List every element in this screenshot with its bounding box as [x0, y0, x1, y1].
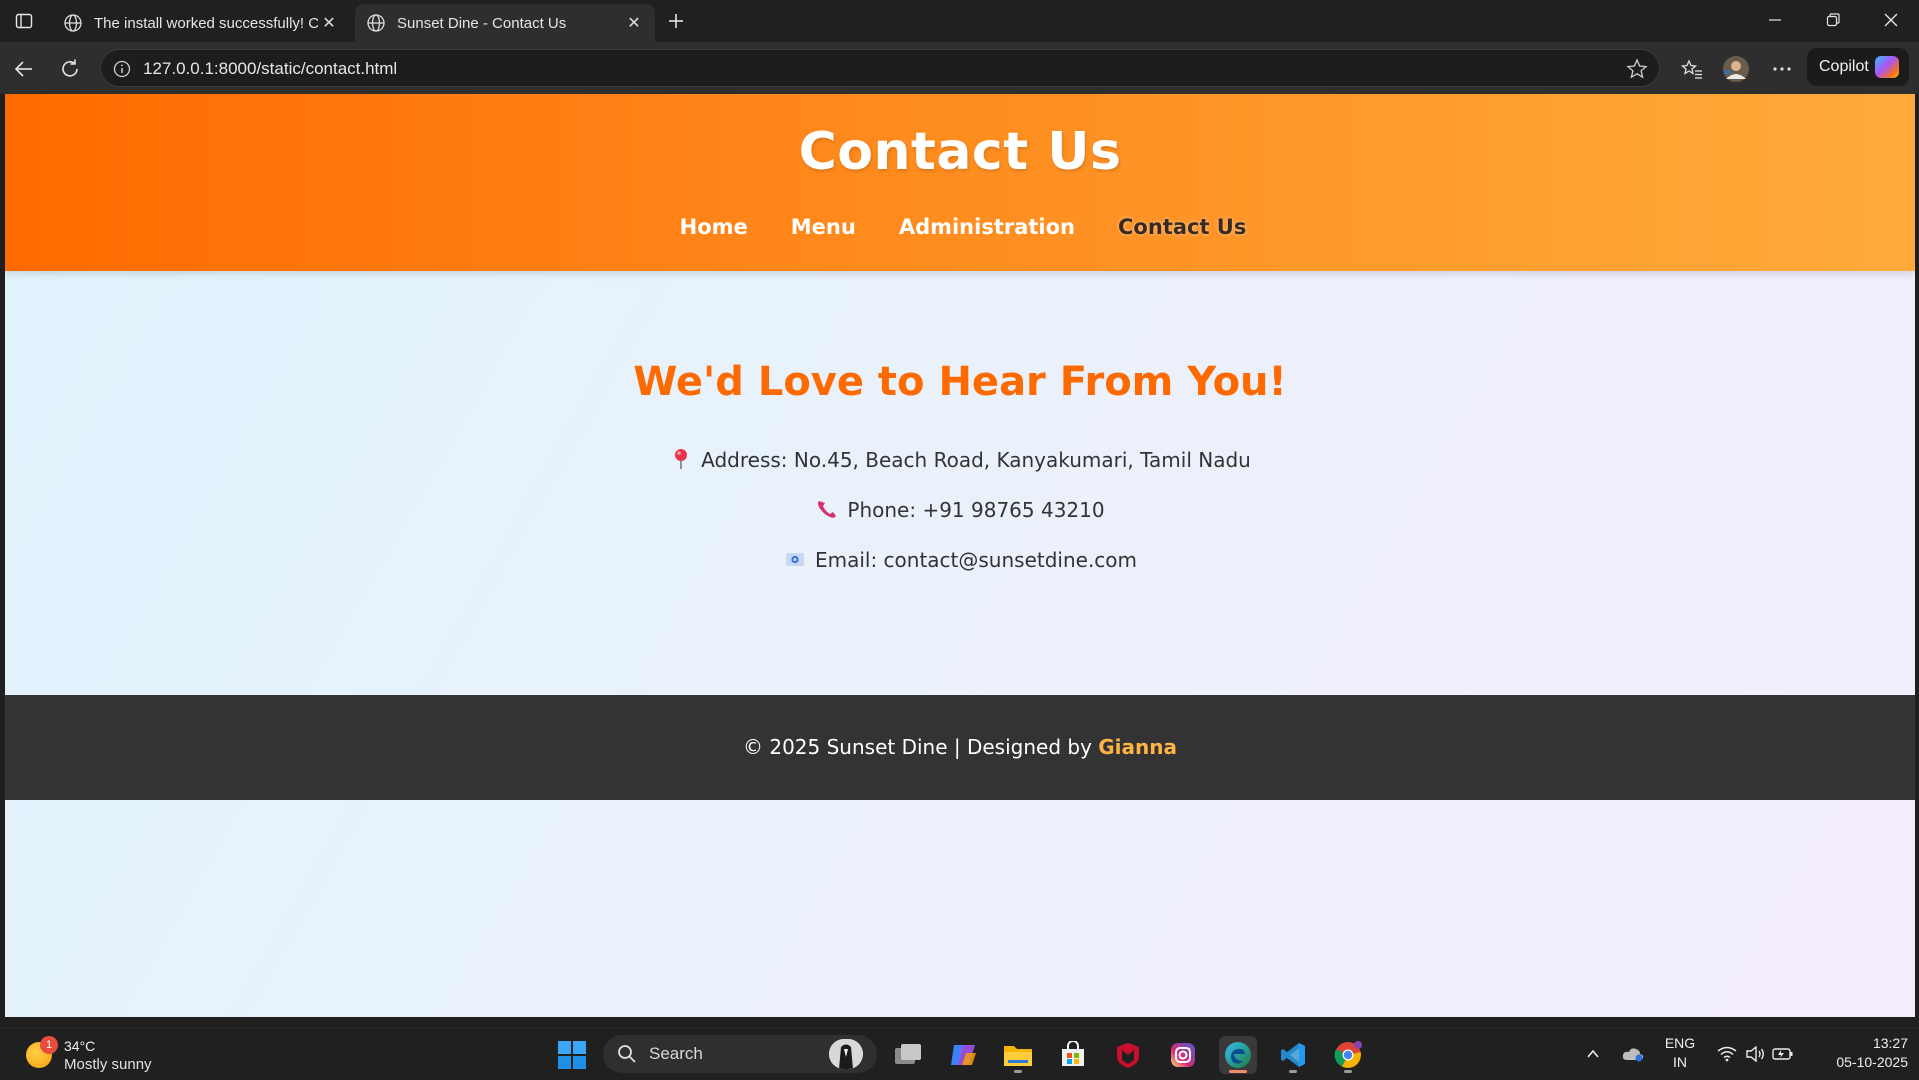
- close-window-icon[interactable]: [1862, 0, 1919, 40]
- url-text: 127.0.0.1:8000/static/contact.html: [143, 59, 398, 78]
- search-icon: [617, 1044, 637, 1068]
- page-title: Contact Us: [798, 122, 1122, 182]
- site-header: Contact Us Home Menu Administration Cont…: [5, 94, 1915, 271]
- restore-icon[interactable]: [1804, 0, 1862, 40]
- running-indicator: [1289, 1070, 1297, 1073]
- nav-link-contact-us[interactable]: Contact Us: [1118, 215, 1246, 239]
- contact-heading: We'd Love to Hear From You!: [633, 359, 1287, 405]
- back-arrow-icon[interactable]: [6, 51, 42, 87]
- site-info-icon[interactable]: [111, 58, 133, 80]
- tab-title: The install worked successfully! Co: [94, 14, 318, 32]
- nav-link-menu[interactable]: Menu: [791, 215, 856, 239]
- taskbar-edge[interactable]: [1219, 1036, 1257, 1074]
- vscode-icon: [1281, 1043, 1305, 1067]
- clock-time: 13:27: [1872, 1035, 1908, 1051]
- task-view-icon: [895, 1044, 921, 1064]
- language-code: ENG: [1664, 1035, 1696, 1051]
- contact-section: We'd Love to Hear From You! Address: No.…: [5, 271, 1915, 689]
- address-bar[interactable]: 127.0.0.1:8000/static/contact.html: [100, 49, 1660, 87]
- running-indicator: [1344, 1070, 1352, 1073]
- show-hidden-icons-chevron-icon[interactable]: [1581, 1028, 1605, 1080]
- nav-link-administration[interactable]: Administration: [899, 215, 1075, 239]
- tab-sunset-dine-contact[interactable]: Sunset Dine - Contact Us ✕: [355, 4, 655, 42]
- volume-icon[interactable]: [1742, 1028, 1768, 1080]
- email-icon: [785, 553, 804, 566]
- search-label: Search: [649, 1044, 703, 1063]
- footer-copyright: © 2025 Sunset Dine | Designed by: [742, 735, 1099, 759]
- browser-toolbar: 127.0.0.1:8000/static/contact.html Copil…: [0, 42, 1919, 94]
- contact-email: Email: contact@sunsetdine.com: [5, 548, 1915, 572]
- mcafee-shield-icon: [1117, 1043, 1139, 1068]
- windows-logo-icon: [558, 1041, 586, 1069]
- copilot-logo-icon: [1875, 56, 1899, 78]
- taskbar-task-view[interactable]: [889, 1036, 927, 1074]
- site-footer: © 2025 Sunset Dine | Designed by Gianna: [5, 695, 1915, 800]
- tab-title: Sunset Dine - Contact Us: [397, 14, 567, 32]
- refresh-icon[interactable]: [52, 51, 88, 87]
- taskbar-copilot[interactable]: [944, 1036, 982, 1074]
- taskbar-store[interactable]: [1054, 1036, 1092, 1074]
- email-text: Email: contact@sunsetdine.com: [814, 548, 1138, 572]
- globe-icon: [365, 12, 387, 34]
- store-icon: [1062, 1041, 1084, 1066]
- nav-link-home[interactable]: Home: [680, 215, 748, 239]
- main-nav: Home Menu Administration Contact Us: [5, 215, 1915, 239]
- language-indicator[interactable]: ENG IN: [1660, 1034, 1700, 1072]
- footer-author: Gianna: [1098, 735, 1178, 759]
- profile-avatar-icon[interactable]: [1720, 53, 1752, 85]
- browser-tab-bar: The install worked successfully! Co ✕ Su…: [0, 0, 1919, 42]
- taskbar-file-explorer[interactable]: [999, 1036, 1037, 1074]
- footer-text: © 2025 Sunset Dine | Designed by Gianna: [5, 735, 1915, 759]
- copilot-icon: [951, 1045, 976, 1065]
- weather-condition: Mostly sunny: [64, 1056, 152, 1073]
- battery-icon[interactable]: [1770, 1028, 1796, 1080]
- copilot-button[interactable]: Copilot: [1807, 48, 1909, 86]
- copilot-label: Copilot: [1819, 58, 1869, 75]
- more-options-icon[interactable]: [1766, 53, 1798, 85]
- close-tab-icon[interactable]: ✕: [318, 12, 340, 34]
- taskbar-mcafee[interactable]: [1109, 1036, 1147, 1074]
- favorite-star-icon[interactable]: [1625, 57, 1649, 81]
- chrome-icon: [1334, 1041, 1362, 1068]
- page-viewport: Contact Us Home Menu Administration Cont…: [5, 94, 1915, 1017]
- tab-actions-icon[interactable]: [6, 6, 42, 36]
- instagram-icon: [1171, 1043, 1195, 1067]
- tab-install-worked[interactable]: The install worked successfully! Co ✕: [52, 4, 350, 42]
- globe-icon: [62, 12, 84, 34]
- onedrive-cloud-icon[interactable]: [1618, 1028, 1648, 1080]
- running-indicator: [1014, 1070, 1022, 1073]
- windows-taskbar: 1 34°C Mostly sunny Search ENG IN 13:27 …: [0, 1027, 1919, 1079]
- taskbar-search[interactable]: Search: [603, 1035, 877, 1073]
- favorites-icon[interactable]: [1676, 53, 1708, 85]
- pushpin-icon: [675, 449, 688, 469]
- taskbar-instagram[interactable]: [1164, 1036, 1202, 1074]
- edge-browser-icon: [1225, 1042, 1251, 1068]
- system-clock[interactable]: 13:27 05-10-2025: [1808, 1034, 1908, 1072]
- minimize-icon[interactable]: [1746, 0, 1804, 40]
- weather-temperature: 34°C: [64, 1038, 96, 1054]
- close-tab-icon[interactable]: ✕: [623, 12, 645, 34]
- wifi-icon[interactable]: [1714, 1028, 1740, 1080]
- new-tab-icon[interactable]: [658, 6, 694, 36]
- taskbar-vscode[interactable]: [1274, 1036, 1312, 1074]
- contact-address: Address: No.45, Beach Road, Kanyakumari,…: [5, 448, 1915, 472]
- start-button[interactable]: [553, 1036, 591, 1074]
- phone-icon: [818, 501, 837, 518]
- active-indicator: [1229, 1070, 1247, 1073]
- folder-icon: [1004, 1046, 1032, 1066]
- taskbar-chrome[interactable]: [1329, 1036, 1367, 1074]
- weather-widget[interactable]: 1 34°C Mostly sunny: [24, 1034, 174, 1074]
- notification-badge: 1: [40, 1036, 58, 1054]
- phone-text: Phone: +91 98765 43210: [847, 498, 1105, 522]
- address-text: Address: No.45, Beach Road, Kanyakumari,…: [701, 448, 1251, 472]
- clock-date: 05-10-2025: [1836, 1054, 1908, 1070]
- search-highlight-image: [829, 1039, 863, 1069]
- language-region: IN: [1673, 1054, 1687, 1070]
- contact-phone: Phone: +91 98765 43210: [5, 498, 1915, 522]
